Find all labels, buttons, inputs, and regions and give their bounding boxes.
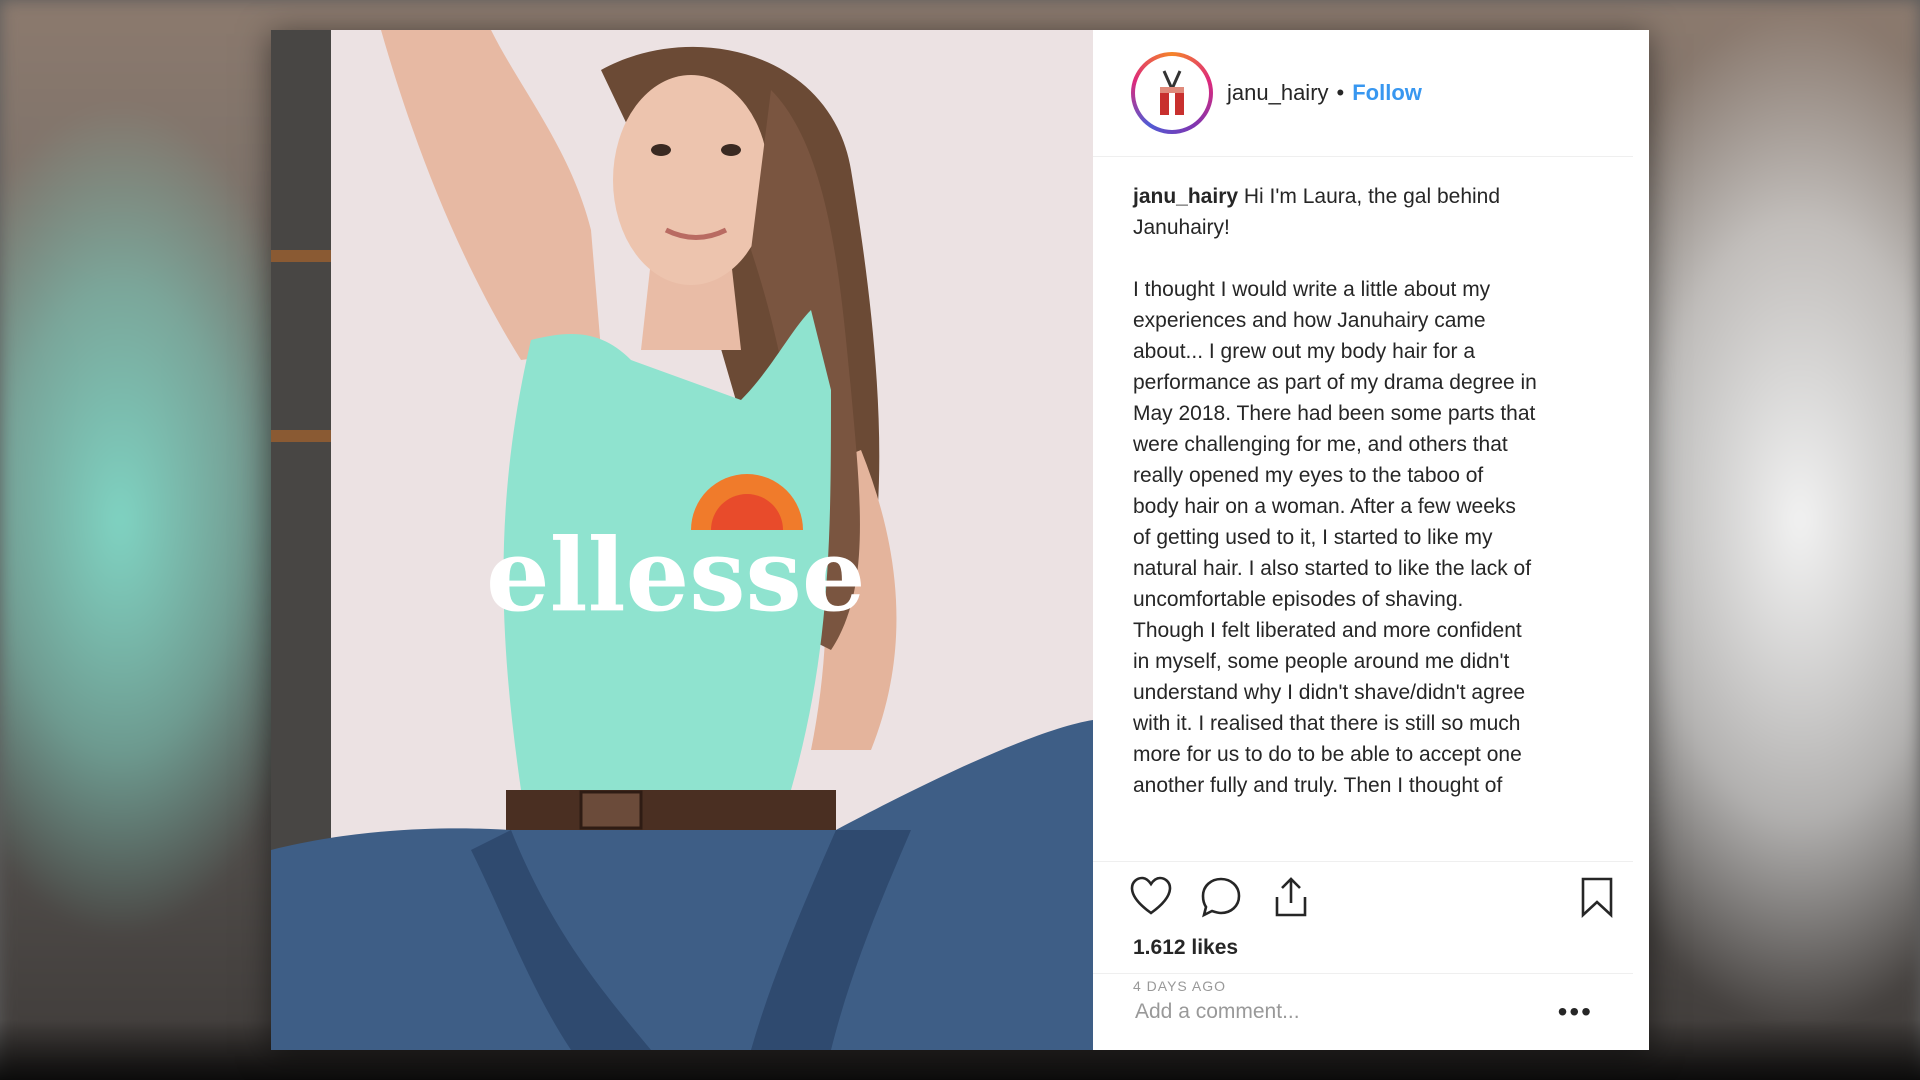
post-username[interactable]: janu_hairy — [1227, 80, 1329, 106]
likes-count[interactable]: 1.612 likes — [1093, 936, 1649, 960]
action-bar — [1093, 862, 1649, 932]
share-upload-icon[interactable] — [1269, 875, 1313, 919]
avatar-logo — [1135, 56, 1209, 130]
instagram-post: ellesse janu_hairy • Follow janu_hairy H… — [271, 30, 1649, 1050]
avatar[interactable] — [1131, 52, 1213, 134]
post-photo[interactable]: ellesse — [271, 30, 1093, 1050]
comment-bar: ••• — [1093, 973, 1633, 1050]
bookmark-icon[interactable] — [1575, 875, 1619, 919]
post-header: janu_hairy • Follow — [1093, 30, 1633, 157]
follow-button[interactable]: Follow — [1352, 80, 1422, 106]
photo-illustration: ellesse — [271, 30, 1093, 1050]
heart-icon[interactable] — [1129, 875, 1173, 919]
header-separator: • — [1336, 80, 1345, 105]
shirt-logo-text: ellesse — [486, 516, 865, 634]
caption-area[interactable]: janu_hairy Hi I'm Laura, the gal behind … — [1093, 157, 1633, 862]
comment-input[interactable] — [1133, 999, 1558, 1025]
caption-username[interactable]: janu_hairy — [1133, 185, 1238, 208]
caption: janu_hairy Hi I'm Laura, the gal behind … — [1133, 181, 1593, 801]
post-side-panel: janu_hairy • Follow janu_hairy Hi I'm La… — [1093, 30, 1649, 1050]
caption-text: Hi I'm Laura, the gal behind Januhairy! … — [1133, 185, 1537, 797]
comment-bubble-icon[interactable] — [1199, 875, 1243, 919]
more-options-button[interactable]: ••• — [1558, 996, 1593, 1028]
